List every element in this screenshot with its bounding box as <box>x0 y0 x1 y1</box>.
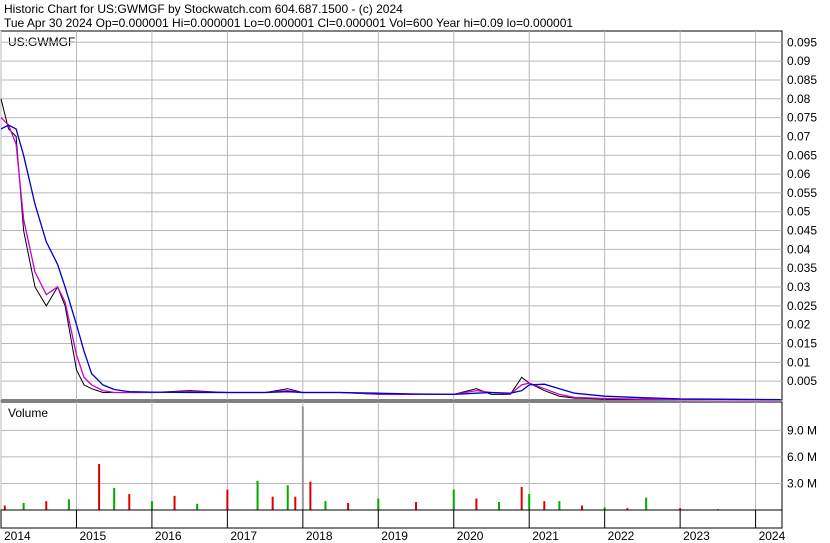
price-tick-label: 0.055 <box>787 186 817 200</box>
volume-bar <box>286 485 289 510</box>
price-tick-label: 0.015 <box>787 337 817 351</box>
price-panel-frame <box>0 30 783 401</box>
chart-header-line2: Tue Apr 30 2024 Op=0.000001 Hi=0.000001 … <box>4 16 573 30</box>
volume-label: Volume <box>8 406 48 420</box>
volume-bar <box>196 503 199 510</box>
volume-panel-frame <box>0 401 783 511</box>
date-tick-label: 2023 <box>683 529 710 543</box>
volume-bar <box>528 494 531 510</box>
volume-bar <box>324 501 327 510</box>
price-grid <box>0 31 782 400</box>
date-axis-frame <box>0 509 783 529</box>
volume-grid <box>0 402 782 510</box>
volume-bar <box>415 502 418 510</box>
stock-chart: Historic Chart for US:GWMGF by Stockwatc… <box>0 2 817 543</box>
price-tick-label: 0.085 <box>787 73 817 87</box>
volume-bar <box>128 494 131 510</box>
date-tick-label: 2017 <box>230 529 257 543</box>
date-tick-label: 2014 <box>4 529 31 543</box>
volume-bar <box>294 496 297 510</box>
volume-bar <box>98 463 101 510</box>
price-tick-label: 0.005 <box>787 374 817 388</box>
price-tick-label: 0.025 <box>787 299 817 313</box>
volume-tick-label: 6.0 M <box>787 450 817 464</box>
volume-bars <box>3 406 719 510</box>
volume-bar <box>452 489 455 510</box>
ma-long-line <box>0 124 781 401</box>
volume-bar <box>543 501 546 510</box>
volume-axis: 3.0 M 6.0 M 9.0 M <box>787 423 817 490</box>
volume-bar <box>173 495 176 510</box>
price-axis: 0.005 0.01 0.015 0.02 0.025 0.03 0.035 0.04 0.04… <box>787 35 817 388</box>
date-tick-label: 2024 <box>759 529 786 543</box>
date-tick-label: 2016 <box>155 529 182 543</box>
price-tick-label: 0.02 <box>787 318 811 332</box>
volume-bar <box>309 481 312 510</box>
price-tick-label: 0.04 <box>787 242 811 256</box>
date-axis: 2014 2015 2016 2017 2018 2019 2020 2021 2022 2023… <box>0 510 786 543</box>
volume-bar <box>498 502 501 510</box>
chart-header-line1: Historic Chart for US:GWMGF by Stockwatc… <box>4 2 403 16</box>
price-tick-label: 0.05 <box>787 205 811 219</box>
volume-bar <box>226 489 229 510</box>
volume-bar <box>645 497 648 510</box>
date-tick-label: 2021 <box>532 529 559 543</box>
volume-bar <box>256 480 259 510</box>
price-tick-label: 0.09 <box>787 54 811 68</box>
volume-bar <box>22 502 25 510</box>
price-tick-label: 0.065 <box>787 148 817 162</box>
volume-bar <box>558 501 561 510</box>
date-tick-label: 2022 <box>608 529 635 543</box>
volume-bar <box>45 501 48 510</box>
volume-bar <box>3 505 6 510</box>
price-tick-label: 0.035 <box>787 261 817 275</box>
volume-bar <box>271 496 274 510</box>
price-tick-label: 0.08 <box>787 92 811 106</box>
volume-bar <box>377 498 380 510</box>
date-tick-label: 2020 <box>457 529 484 543</box>
date-tick-label: 2015 <box>79 529 106 543</box>
price-tick-label: 0.07 <box>787 129 811 143</box>
volume-bar <box>347 502 350 510</box>
price-tick-label: 0.03 <box>787 280 811 294</box>
ma-short-line <box>0 117 781 401</box>
date-tick-label: 2018 <box>306 529 333 543</box>
volume-tick-label: 3.0 M <box>787 476 817 490</box>
price-tick-label: 0.06 <box>787 167 811 181</box>
volume-bar <box>67 499 70 510</box>
volume-bar <box>475 498 478 510</box>
volume-bar <box>301 406 304 510</box>
price-tick-label: 0.095 <box>787 35 817 49</box>
date-tick-label: 2019 <box>381 529 408 543</box>
volume-bar <box>150 501 153 510</box>
volume-bar <box>113 487 116 510</box>
volume-bar <box>520 486 523 510</box>
volume-bar <box>581 505 584 510</box>
volume-tick-label: 9.0 M <box>787 423 817 437</box>
price-tick-label: 0.01 <box>787 355 811 369</box>
price-tick-label: 0.075 <box>787 111 817 125</box>
price-tick-label: 0.045 <box>787 224 817 238</box>
